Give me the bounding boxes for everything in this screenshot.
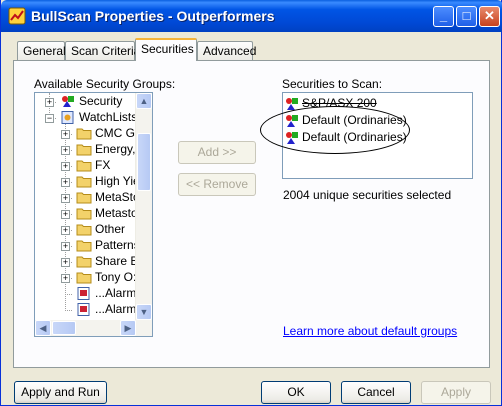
title-bar[interactable]: BullScan Properties - Outperformers _ □ …: [1, 0, 502, 32]
tree-item-label: High Yie: [95, 174, 140, 188]
tree-item-label: Metasto: [95, 206, 138, 220]
folder-icon: [76, 272, 92, 284]
tree-item-label: Other: [95, 222, 126, 236]
tab-general[interactable]: General: [17, 41, 66, 60]
tree-vertical-scrollbar[interactable]: ▲ ▼: [135, 93, 152, 320]
tree-item-label: MetaSto: [95, 190, 140, 204]
folder-icon: [76, 176, 92, 188]
tab-securities[interactable]: Securities: [135, 38, 197, 61]
expand-icon[interactable]: +: [61, 130, 70, 139]
maximize-button[interactable]: □: [456, 6, 477, 27]
unique-securities-count: 2004 unique securities selected: [283, 188, 452, 202]
expand-icon[interactable]: +: [61, 242, 70, 251]
folder-icon: [76, 208, 92, 220]
tree-item[interactable]: + High Yie: [35, 174, 140, 190]
tree-item-label: ...Alarm: [95, 302, 137, 316]
security-group-icon: [62, 96, 74, 107]
dialog-window: BullScan Properties - Outperformers _ □ …: [0, 0, 502, 406]
tree-item[interactable]: + Other: [35, 222, 136, 238]
remove-button[interactable]: << Remove: [178, 173, 256, 196]
minimize-button[interactable]: _: [433, 6, 454, 27]
apply-button[interactable]: Apply: [421, 381, 491, 404]
tree-item[interactable]: + FX: [35, 158, 136, 174]
cancel-button[interactable]: Cancel: [341, 381, 411, 404]
tree-item[interactable]: + MetaSto: [35, 190, 140, 206]
folder-icon: [76, 144, 92, 156]
collapse-icon[interactable]: −: [45, 114, 54, 123]
expand-icon[interactable]: +: [61, 162, 70, 171]
tree-item[interactable]: + Energy,: [35, 142, 136, 158]
alarm-list-icon: [77, 287, 90, 300]
window-title: BullScan Properties - Outperformers: [31, 8, 275, 24]
tree-item[interactable]: + Metasto: [35, 206, 138, 222]
alarm-list-icon: [77, 303, 90, 316]
tree-item-label: Patterns: [95, 238, 140, 252]
securities-to-scan-label: Securities to Scan:: [282, 77, 383, 91]
tree-item[interactable]: ...Alarm: [35, 286, 136, 302]
tree-item[interactable]: − WatchLists: [35, 110, 138, 126]
tree-item-label: FX: [95, 158, 111, 172]
watchlist-icon: [61, 111, 74, 124]
tab-label: General: [23, 44, 66, 58]
highlight-ellipse-annotation: [260, 106, 410, 154]
tree-item-label: Energy,: [95, 142, 136, 156]
expand-icon[interactable]: +: [61, 210, 70, 219]
tab-advanced[interactable]: Advanced: [197, 41, 257, 60]
scroll-up-button[interactable]: ▲: [136, 93, 152, 109]
tree-item[interactable]: + Patterns: [35, 238, 140, 254]
tree-item-label: CMC Gr: [95, 126, 139, 140]
tab-scan-criteria[interactable]: Scan Criteria: [65, 41, 140, 60]
tree-item-label: WatchLists: [79, 110, 138, 124]
expand-icon[interactable]: +: [45, 98, 54, 107]
tree-item-label: Tony O:: [95, 270, 137, 284]
tree-item[interactable]: + CMC Gr: [35, 126, 139, 142]
scroll-left-button[interactable]: ◀: [35, 320, 51, 336]
tree-item[interactable]: + Tony O:: [35, 270, 136, 286]
expand-icon[interactable]: +: [61, 146, 70, 155]
expand-icon[interactable]: +: [61, 226, 70, 235]
maximize-icon: □: [462, 8, 471, 23]
bullscan-app-icon: [8, 7, 26, 25]
scroll-down-button[interactable]: ▼: [136, 304, 152, 320]
folder-icon: [76, 192, 92, 204]
tree-horizontal-scrollbar[interactable]: ◀ ▶: [35, 320, 152, 336]
tab-label: Scan Criteria: [71, 44, 141, 58]
close-button[interactable]: ✕: [479, 6, 500, 27]
available-groups-label: Available Security Groups:: [34, 77, 176, 91]
tab-label: Securities: [141, 42, 194, 56]
horizontal-scroll-thumb[interactable]: [52, 321, 76, 335]
learn-more-link[interactable]: Learn more about default groups: [283, 324, 457, 338]
expand-icon[interactable]: +: [61, 178, 70, 187]
apply-and-run-button[interactable]: Apply and Run: [14, 381, 107, 404]
minimize-icon: _: [439, 8, 448, 23]
tree-line: [65, 294, 72, 295]
folder-icon: [76, 224, 92, 236]
tree-line: [65, 310, 72, 311]
folder-icon: [76, 240, 92, 252]
tab-label: Advanced: [203, 44, 257, 58]
folder-icon: [76, 128, 92, 140]
expand-icon[interactable]: +: [61, 274, 70, 283]
expand-icon[interactable]: +: [61, 194, 70, 203]
add-button[interactable]: Add >>: [178, 141, 256, 164]
tree-item[interactable]: + Security: [35, 94, 136, 110]
available-groups-tree[interactable]: + Security − WatchLists + CMC Gr + Energy, + FX + H…: [34, 92, 153, 337]
tree-item[interactable]: + Share B: [35, 254, 139, 270]
close-icon: ✕: [484, 8, 495, 23]
folder-icon: [76, 256, 92, 268]
tree-item-label: Security: [79, 94, 123, 108]
tree-item[interactable]: ...Alarm: [35, 302, 136, 318]
ok-button[interactable]: OK: [261, 381, 331, 404]
tree-item-label: Share B: [95, 254, 139, 268]
tree-item-label: ...Alarm: [95, 286, 137, 300]
expand-icon[interactable]: +: [61, 258, 70, 267]
scroll-thumb[interactable]: [137, 133, 151, 191]
scroll-right-button[interactable]: ▶: [120, 320, 136, 336]
folder-icon: [76, 160, 92, 172]
